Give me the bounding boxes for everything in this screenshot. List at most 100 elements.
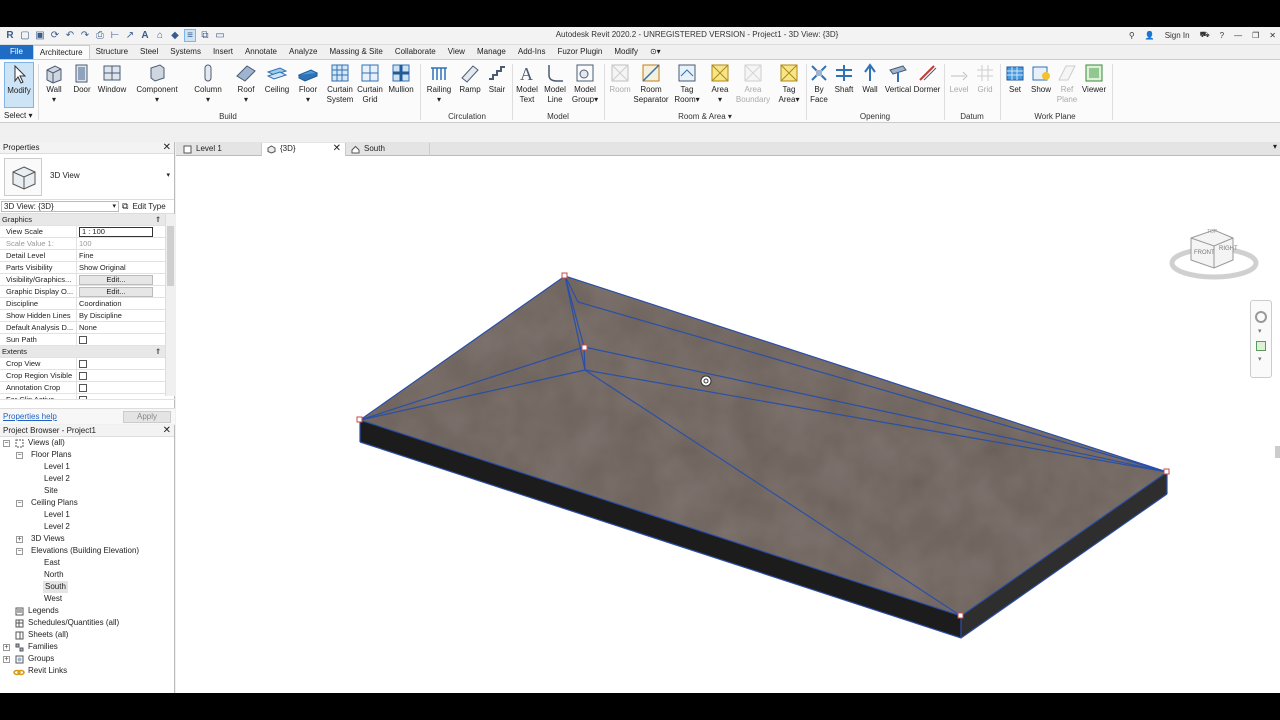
chevron-down-icon[interactable]: ▾ [166, 171, 170, 179]
collapse-toggle-icon[interactable]: − [3, 440, 10, 447]
user-icon[interactable]: 👤 [1145, 31, 1155, 40]
tree-floor-level-2[interactable]: Level 2 [44, 473, 70, 485]
tree-elevation-north[interactable]: North [44, 569, 64, 581]
tab-massing-site[interactable]: Massing & Site [323, 45, 388, 59]
wall-button[interactable]: Wall ▾ [40, 62, 68, 105]
tree-families[interactable]: Families [28, 641, 58, 653]
tab-file[interactable]: File [0, 45, 33, 59]
close-icon[interactable]: ✕ [163, 425, 171, 437]
close-button[interactable]: ✕ [1269, 31, 1276, 40]
tab-insert[interactable]: Insert [207, 45, 239, 59]
tree-views-all[interactable]: Views (all) [28, 437, 65, 449]
properties-help-link[interactable]: Properties help [3, 412, 57, 421]
panel-room-area-label[interactable]: Room & Area ▾ [606, 112, 804, 121]
tab-level-1[interactable]: Level 1 [178, 143, 262, 156]
ceiling-button[interactable]: Ceiling [262, 62, 292, 95]
collapse-toggle-icon[interactable]: − [16, 500, 23, 507]
set-workplane-button[interactable]: Set [1002, 62, 1028, 95]
3d-model-view[interactable] [176, 156, 1280, 693]
ramp-button[interactable]: Ramp [456, 62, 484, 95]
scrollbar-thumb[interactable] [167, 226, 174, 286]
tree-elevations[interactable]: Elevations (Building Elevation) [31, 545, 139, 557]
parts-visibility-value[interactable]: Show Original [77, 262, 155, 273]
modify-button[interactable]: Modify [4, 62, 34, 108]
by-face-button[interactable]: By Face [808, 62, 830, 105]
tree-floor-level-1[interactable]: Level 1 [44, 461, 70, 473]
sun-path-checkbox[interactable] [79, 336, 87, 344]
tab-manage[interactable]: Manage [471, 45, 512, 59]
zoom-icon[interactable] [1256, 341, 1266, 351]
help-icon[interactable]: ? [1220, 31, 1224, 40]
viewcube-top-label[interactable]: TOP [1207, 229, 1217, 235]
canvas-scrollbar[interactable] [1275, 446, 1280, 458]
cart-icon[interactable]: ⛟ [1200, 30, 1210, 40]
hidden-lines-value[interactable]: By Discipline [77, 310, 155, 321]
dormer-button[interactable]: Dormer [912, 62, 942, 95]
collapse-toggle-icon[interactable]: − [16, 548, 23, 555]
grid-button[interactable]: Grid [972, 62, 998, 95]
minimize-button[interactable]: — [1234, 31, 1242, 40]
tab-systems[interactable]: Systems [164, 45, 207, 59]
column-button[interactable]: Column ▾ [192, 62, 224, 105]
annotation-crop-checkbox[interactable] [79, 384, 87, 392]
expand-toggle-icon[interactable]: + [3, 644, 10, 651]
chevron-down-icon[interactable]: ▾ [1258, 327, 1262, 335]
room-separator-button[interactable]: Room Separator [632, 62, 670, 105]
type-selector[interactable]: 3D View ▾ [0, 154, 174, 200]
tab-menu-icon[interactable]: ▾ [1273, 142, 1277, 151]
graphic-display-edit-button[interactable]: Edit... [79, 287, 153, 297]
tab-analyze[interactable]: Analyze [283, 45, 323, 59]
tab-modify[interactable]: Modify [608, 45, 644, 59]
viewcube-front-label[interactable]: FRONT [1194, 250, 1215, 256]
model-group-button[interactable]: Model Group▾ [570, 62, 600, 105]
model-line-button[interactable]: Model Line [542, 62, 568, 105]
drawing-canvas[interactable]: FRONT RIGHT TOP ▾ ▾ [176, 156, 1280, 693]
tab-add-ins[interactable]: Add-Ins [512, 45, 552, 59]
properties-scrollbar[interactable] [165, 214, 175, 396]
tree-floor-plans[interactable]: Floor Plans [31, 449, 71, 461]
far-clip-checkbox[interactable] [79, 396, 87, 399]
collapse-toggle-icon[interactable]: − [16, 452, 23, 459]
discipline-value[interactable]: Coordination [77, 298, 155, 309]
curtain-grid-button[interactable]: Curtain Grid [356, 62, 384, 105]
viewcube[interactable]: FRONT RIGHT TOP [1169, 218, 1259, 288]
ribbon-options-icon[interactable]: ⊙▾ [644, 45, 667, 59]
crop-view-checkbox[interactable] [79, 360, 87, 368]
wall-opening-button[interactable]: Wall [858, 62, 882, 95]
tree-groups[interactable]: Groups [28, 653, 54, 665]
tab-structure[interactable]: Structure [90, 45, 134, 59]
area-button[interactable]: Area ▾ [706, 62, 734, 105]
tree-ceiling-level-1[interactable]: Level 1 [44, 509, 70, 521]
tree-floor-site[interactable]: Site [44, 485, 58, 497]
tree-legends[interactable]: Legends [28, 605, 59, 617]
tab-fuzor-plugin[interactable]: Fuzor Plugin [551, 45, 608, 59]
chevron-down-icon[interactable]: ▾ [1258, 355, 1262, 363]
detail-level-value[interactable]: Fine [77, 250, 155, 261]
mullion-button[interactable]: Mullion [386, 62, 416, 95]
tree-schedules[interactable]: Schedules/Quantities (all) [28, 617, 119, 629]
restore-button[interactable]: ❐ [1252, 31, 1259, 40]
show-workplane-button[interactable]: Show [1028, 62, 1054, 95]
edit-type-button[interactable]: Edit Type [132, 202, 165, 211]
analysis-value[interactable]: None [77, 322, 155, 333]
crop-region-checkbox[interactable] [79, 372, 87, 380]
tree-ceiling-level-2[interactable]: Level 2 [44, 521, 70, 533]
expand-toggle-icon[interactable]: + [16, 536, 23, 543]
shaft-button[interactable]: Shaft [832, 62, 856, 95]
tree-elevation-west[interactable]: West [44, 593, 62, 605]
model-text-button[interactable]: A Model Text [514, 62, 540, 105]
tag-room-button[interactable]: Tag Room▾ [672, 62, 702, 105]
close-tab-icon[interactable]: ✕ [333, 143, 341, 155]
railing-button[interactable]: Railing ▾ [424, 62, 454, 105]
room-button[interactable]: Room [606, 62, 634, 95]
apply-button[interactable]: Apply [123, 411, 171, 423]
tree-3d-views[interactable]: 3D Views [31, 533, 65, 545]
category-extents[interactable]: Extents ⇑ [0, 346, 175, 358]
collapse-icon[interactable]: ⇑ [155, 214, 165, 225]
tree-elevation-east[interactable]: East [44, 557, 60, 569]
viewer-button[interactable]: Viewer [1080, 62, 1108, 95]
roof-button[interactable]: Roof ▾ [232, 62, 260, 105]
tab-steel[interactable]: Steel [134, 45, 164, 59]
tree-sheets[interactable]: Sheets (all) [28, 629, 68, 641]
curtain-system-button[interactable]: Curtain System [324, 62, 356, 105]
